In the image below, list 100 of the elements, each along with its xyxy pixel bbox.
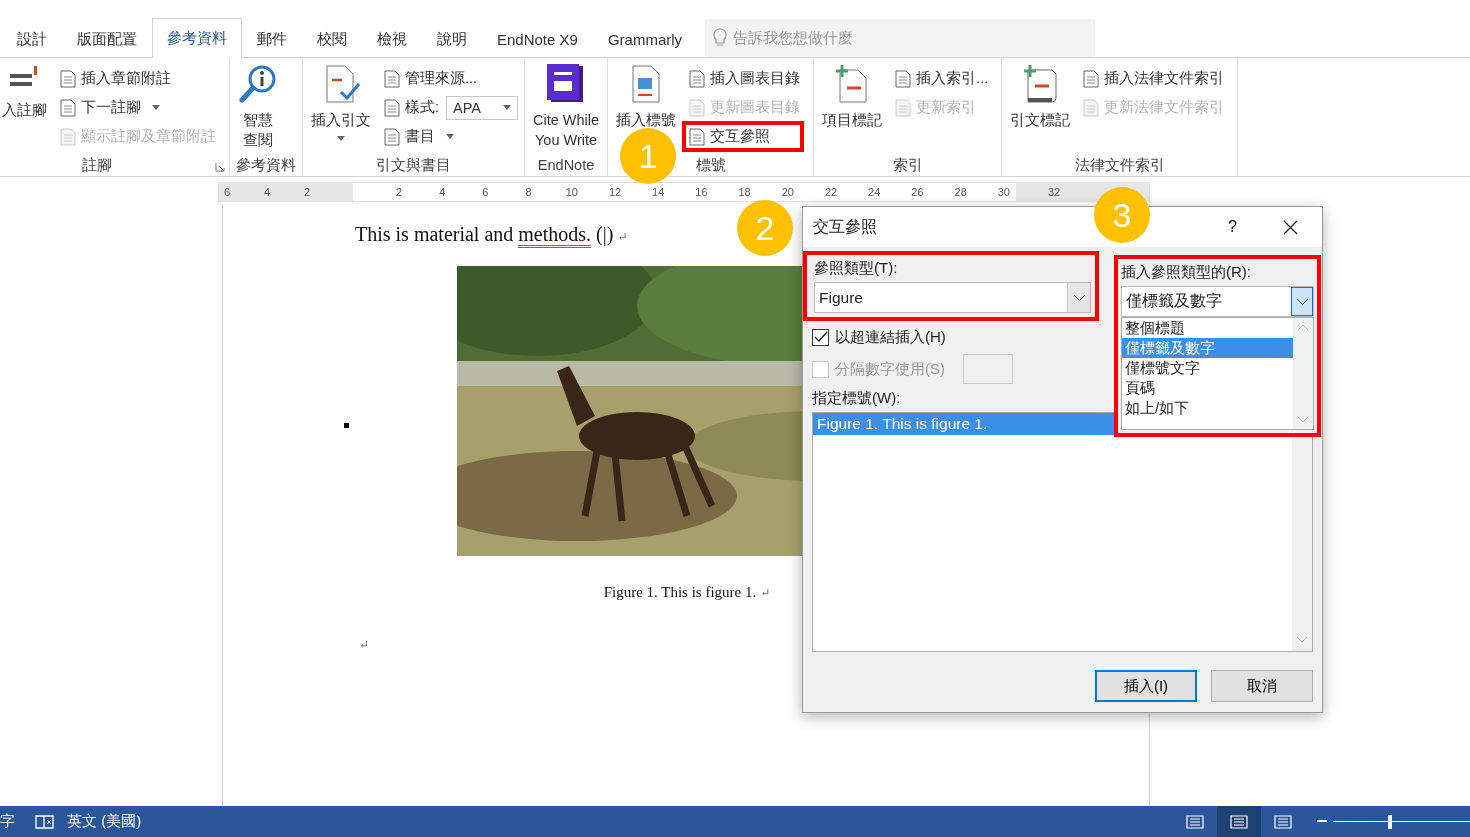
style-dropdown[interactable]: APA [446, 95, 519, 120]
ribbon-button[interactable]: 插入法律文件索引 [1076, 63, 1232, 94]
caret-icon [446, 134, 454, 139]
caret-icon [503, 105, 512, 110]
reference-type-dropdown[interactable]: Figure [814, 282, 1091, 313]
document-icon [1083, 69, 1100, 88]
caret-icon [152, 105, 160, 110]
ribbon-tab[interactable]: 設計 [2, 20, 62, 58]
dropdown-option[interactable]: 整個標題 [1122, 318, 1293, 338]
paragraph-mark: ↵ [617, 230, 628, 244]
ribbon-button[interactable]: 交互參照 [682, 121, 805, 152]
ruler-number: 26 [910, 186, 925, 198]
ribbon-button[interactable]: 樣式: [377, 92, 447, 123]
dialog-button[interactable]: 取消 [1211, 670, 1313, 702]
ribbon-button[interactable]: 插入圖表目錄 [682, 63, 808, 94]
ribbon-tab[interactable]: 郵件 [242, 20, 302, 58]
chevron-icon [1073, 294, 1085, 301]
ruler-number: 2 [302, 186, 312, 198]
document-icon [1083, 98, 1100, 117]
dialog-title: 交互參照 [813, 216, 878, 237]
paragraph-mark: ↵ [359, 638, 370, 652]
step-badge: 1 [620, 128, 677, 184]
ruler-number: 6 [222, 186, 232, 198]
group-label: 引文與書目 [376, 155, 451, 175]
ruler-number: 14 [651, 186, 666, 198]
insert-as-dropdown[interactable]: 僅標籤及數字 [1121, 286, 1314, 317]
ruler-number: 28 [953, 186, 968, 198]
lightbulb-icon [713, 28, 728, 48]
chevron-icon [1296, 298, 1308, 305]
step-badge: 2 [737, 200, 793, 256]
ruler-number: 18 [737, 186, 752, 198]
separator-field[interactable] [963, 354, 1013, 384]
group-label: 法律文件索引 [1074, 155, 1165, 175]
ribbon-button[interactable]: 書目 [377, 121, 461, 152]
checkbox[interactable]: 以超連結插入(H) [812, 327, 946, 347]
group-label: 註腳 [81, 155, 112, 175]
book-icon[interactable] [35, 813, 55, 830]
ruler-number: 4 [262, 186, 272, 198]
group-label: 索引 [892, 155, 923, 175]
ribbon-tab[interactable]: 參考資料 [152, 18, 242, 58]
ruler-number: 8 [524, 186, 533, 198]
help-button[interactable]: ? [1222, 217, 1243, 237]
ribbon-button[interactable]: 引文標記 [1008, 62, 1073, 130]
group-label: EndNote [537, 157, 595, 173]
ribbon-button[interactable]: 插入章節附註 [53, 63, 178, 94]
field-label: 插入參照類型的(R): [1121, 263, 1252, 282]
caret-icon [337, 136, 345, 141]
ribbon-tab[interactable]: 說明 [422, 20, 482, 58]
ribbon-button[interactable]: 插入標號 [614, 62, 679, 130]
ribbon-button[interactable]: 插入引文 [309, 62, 373, 141]
document-icon [60, 98, 76, 117]
ribbon-button[interactable]: 智慧查閱 [236, 62, 280, 150]
ruler-number: 4 [438, 186, 447, 198]
tell-me-field[interactable]: 告訴我您想做什麼 [705, 19, 1096, 57]
document-icon [689, 127, 706, 146]
language-indicator[interactable]: 英文 (美國) [67, 812, 142, 831]
dropdown-option[interactable]: 頁碼 [1122, 378, 1293, 398]
ribbon-tab[interactable]: Grammarly [592, 20, 698, 58]
print-layout-icon[interactable] [1217, 806, 1261, 837]
ruler-number: 2 [394, 186, 404, 198]
ruler-number: 20 [780, 186, 795, 198]
ribbon-button[interactable]: 入註腳 [0, 62, 49, 120]
ribbon-tab[interactable]: 校閱 [302, 20, 362, 58]
dialog-launcher-icon[interactable] [215, 162, 225, 172]
document-icon [689, 69, 706, 88]
ruler-number: 22 [823, 186, 839, 198]
group-label: 標號 [695, 155, 726, 175]
ribbon-button[interactable]: 管理來源... [377, 63, 485, 94]
ribbon-tab[interactable]: 檢視 [362, 20, 422, 58]
dropdown-option[interactable]: 僅標號文字 [1122, 358, 1293, 378]
word-count[interactable]: 字 [0, 812, 15, 831]
search-icon [238, 64, 278, 104]
ruler-number: 30 [996, 186, 1011, 198]
field-label: 參照類型(T): [814, 259, 899, 278]
figure-caption: Figure 1. This is figure 1. [603, 584, 757, 600]
ribbon-button[interactable]: Cite While You Write [531, 62, 602, 150]
ribbon-button[interactable]: 項目標記 [820, 62, 885, 130]
checkmark-icon [813, 331, 828, 343]
document-icon [384, 127, 400, 146]
document-icon [384, 69, 400, 88]
endnote-logo-icon [547, 64, 586, 104]
ribbon-tab[interactable]: 版面配置 [62, 20, 152, 58]
ribbon-button[interactable]: 插入索引... [888, 63, 996, 94]
close-icon[interactable] [1283, 219, 1298, 235]
ruler-number: 16 [694, 186, 709, 198]
dialog-button[interactable]: 插入(I) [1095, 670, 1197, 702]
group-label: 參考資料 [236, 155, 296, 175]
ruler-number: 10 [564, 186, 579, 198]
ruler-number: 6 [481, 186, 490, 198]
ribbon-button[interactable]: 下一註腳 [53, 92, 167, 123]
paragraph-mark: ↵ [760, 586, 771, 600]
ribbon-tab[interactable]: EndNote X9 [482, 20, 593, 58]
document-icon [384, 98, 400, 117]
document-icon [689, 98, 706, 117]
field-label: 指定標號(W): [812, 389, 901, 408]
document-icon [60, 127, 76, 146]
zoom-out-icon[interactable] [1317, 820, 1327, 823]
ruler-number: 24 [867, 186, 882, 198]
document-icon [60, 69, 76, 88]
ruler-number: 12 [607, 186, 623, 198]
